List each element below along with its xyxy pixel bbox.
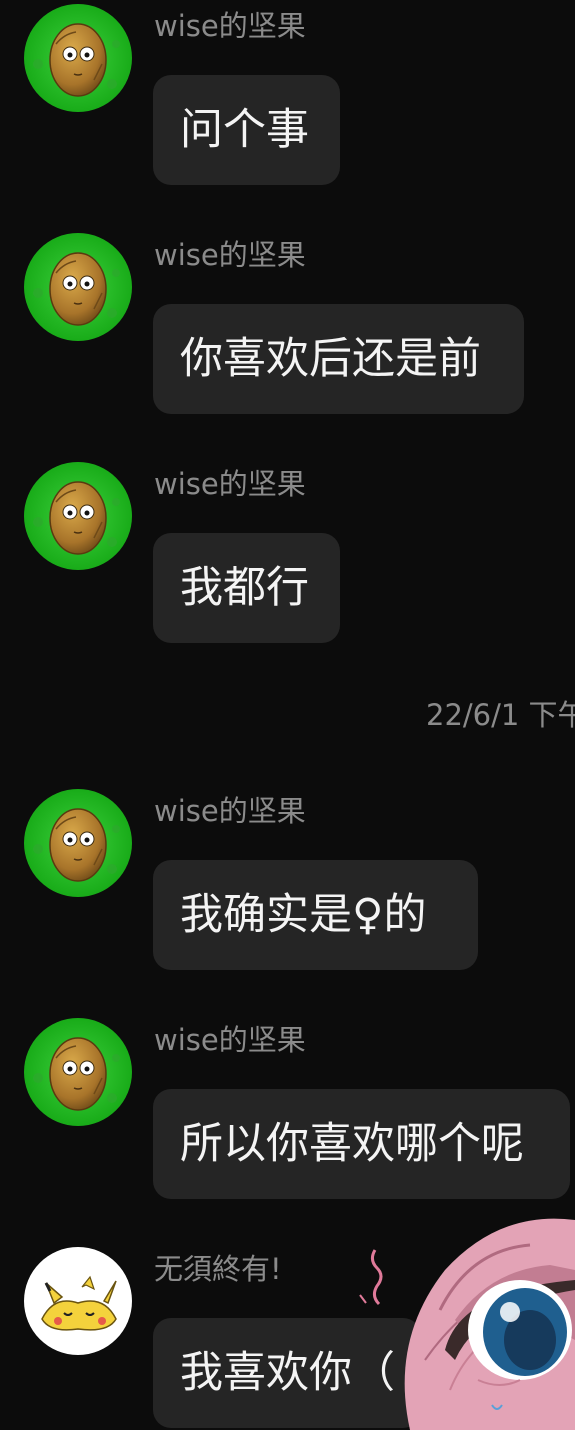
- sender-name: 无須終有!: [154, 1252, 282, 1286]
- message-bubble[interactable]: 我确实是♀的: [153, 860, 478, 970]
- message-bubble[interactable]: 你喜欢后还是前: [153, 304, 524, 414]
- wallnut-avatar[interactable]: [24, 1018, 132, 1126]
- anime-girl-sticker: [350, 1190, 575, 1430]
- wallnut-avatar[interactable]: [24, 462, 132, 570]
- wallnut-avatar[interactable]: [24, 4, 132, 112]
- message-timestamp: 22/6/1 下午: [426, 698, 575, 732]
- sender-name: wise的坚果: [154, 9, 306, 43]
- message-bubble[interactable]: 我都行: [153, 533, 340, 643]
- sender-name: wise的坚果: [154, 467, 306, 501]
- sender-name: wise的坚果: [154, 1023, 306, 1057]
- pikachu-avatar[interactable]: [24, 1247, 132, 1355]
- sender-name: wise的坚果: [154, 238, 306, 272]
- message-bubble[interactable]: 所以你喜欢哪个呢: [153, 1089, 570, 1199]
- message-bubble[interactable]: 问个事: [153, 75, 340, 185]
- wallnut-avatar[interactable]: [24, 233, 132, 341]
- wallnut-avatar[interactable]: [24, 789, 132, 897]
- sender-name: wise的坚果: [154, 794, 306, 828]
